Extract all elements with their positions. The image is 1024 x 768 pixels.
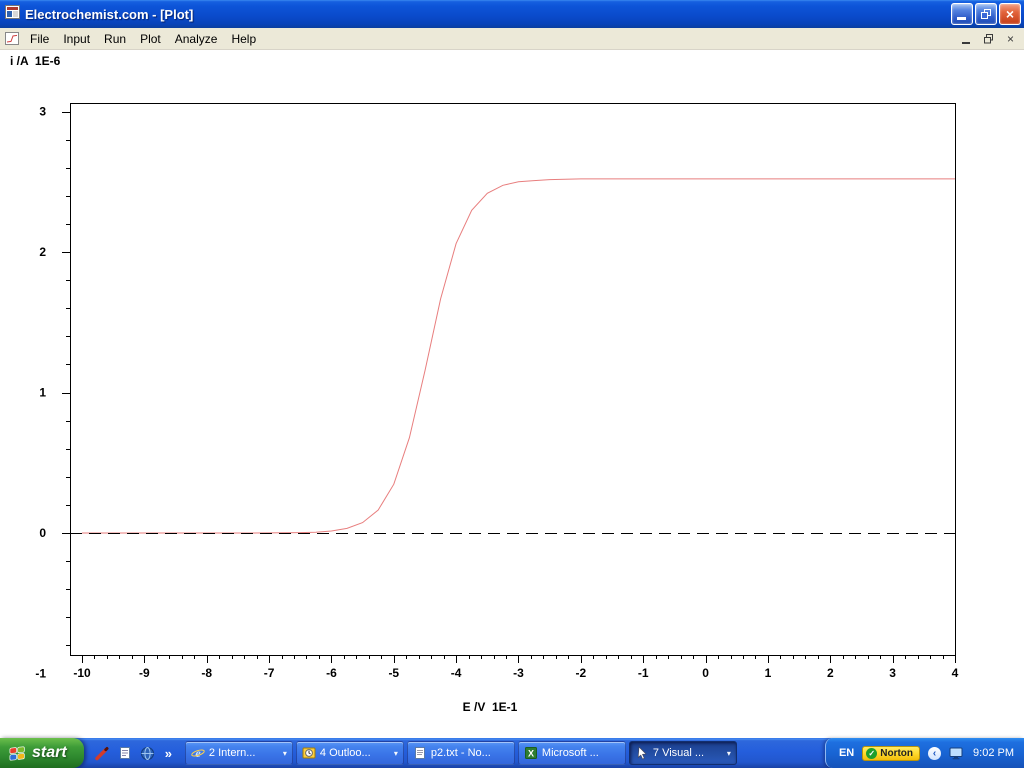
pencil-icon[interactable] [94,745,110,761]
child-window-controls: × [958,31,1019,46]
outlook-icon [302,746,316,760]
svg-text:-4: -4 [451,666,462,680]
task-label: 7 Visual ... [653,747,723,759]
language-indicator[interactable]: EN [839,747,854,759]
task-buttons: e 2 Intern... ▾ 4 Outloo... ▾ p2.txt - No... X… [182,738,823,768]
child-close-icon: × [1007,32,1014,46]
svg-text:-6: -6 [326,666,337,680]
task-label: 2 Intern... [209,747,279,759]
norton-label: Norton [880,748,913,759]
internet-explorer-icon: e [191,746,205,760]
svg-text:1: 1 [39,386,46,400]
restore-button[interactable] [975,3,997,25]
svg-text:-8: -8 [201,666,212,680]
hide-icons-chevron[interactable]: ‹ [928,747,941,760]
globe-icon[interactable] [140,745,156,761]
task-label: p2.txt - No... [431,747,509,759]
start-label: start [32,744,67,762]
clock: 9:02 PM [971,747,1014,759]
task-button-outlook[interactable]: 4 Outloo... ▾ [296,741,404,765]
svg-text:-1: -1 [35,667,46,681]
svg-text:2: 2 [39,245,46,259]
window-title: Electrochemist.com - [Plot] [25,7,946,22]
task-button-excel[interactable]: X Microsoft ... [518,741,626,765]
svg-text:X: X [528,749,534,759]
child-close-button[interactable]: × [1002,31,1019,46]
svg-text:-10: -10 [73,666,91,680]
group-chevron-icon[interactable]: ▾ [283,749,287,758]
close-button[interactable]: × [999,3,1021,25]
menu-items: FileInputRunPlotAnalyzeHelp [23,30,263,48]
svg-text:3: 3 [39,105,46,119]
system-tray: EN ✓ Norton ‹ 9:02 PM [825,738,1024,768]
child-minimize-button[interactable] [958,31,975,46]
x-axis-title: E /V 1E-1 [395,700,585,714]
menu-input[interactable]: Input [56,30,97,48]
group-chevron-icon[interactable]: ▾ [394,749,398,758]
menu-file[interactable]: File [23,30,56,48]
plot-window-icon[interactable] [5,32,19,45]
document-icon[interactable] [117,745,133,761]
svg-text:-1: -1 [638,666,649,680]
quick-launch: » [84,738,182,768]
svg-text:2: 2 [827,666,834,680]
svg-text:0: 0 [702,666,709,680]
y-axis-title: i /A 1E-6 [10,54,60,68]
child-restore-button[interactable] [980,31,997,46]
taskbar: start » e 2 Intern... ▾ 4 Outloo... ▾ p2.txt … [0,738,1024,768]
windows-logo-icon [8,744,27,763]
menu-run[interactable]: Run [97,30,133,48]
minimize-icon [957,17,966,20]
norton-check-icon: ✓ [866,748,877,759]
quick-launch-overflow-chevron[interactable]: » [163,746,174,761]
svg-text:3: 3 [889,666,896,680]
svg-text:-3: -3 [513,666,524,680]
restore-icon [981,9,992,20]
chart: -10-9-8-7-6-5-4-3-2-1012343210-1 [0,50,1024,710]
child-minimize-icon [962,42,970,44]
svg-text:-7: -7 [264,666,275,680]
task-label: Microsoft ... [542,747,620,759]
task-label: 4 Outloo... [320,747,390,759]
notepad-icon [413,746,427,760]
menu-bar: FileInputRunPlotAnalyzeHelp × [0,28,1024,50]
task-button-visual-studio[interactable]: 7 Visual ... ▾ [629,741,737,765]
window-controls: × [951,3,1021,25]
svg-text:e: e [195,746,201,760]
task-button-internet-explorer[interactable]: e 2 Intern... ▾ [185,741,293,765]
excel-icon: X [524,746,538,760]
title-bar: Electrochemist.com - [Plot] × [0,0,1024,28]
child-restore-icon [984,34,994,44]
start-button[interactable]: start [0,738,84,768]
close-icon: × [1006,7,1014,21]
tray-monitor-icon[interactable] [949,747,963,760]
svg-text:1: 1 [765,666,772,680]
svg-text:0: 0 [39,526,46,540]
minimize-button[interactable] [951,3,973,25]
menu-help[interactable]: Help [224,30,263,48]
svg-text:4: 4 [952,666,959,680]
svg-text:-2: -2 [576,666,587,680]
svg-text:-9: -9 [139,666,150,680]
menu-plot[interactable]: Plot [133,30,168,48]
norton-badge[interactable]: ✓ Norton [862,746,920,761]
svg-text:-5: -5 [388,666,399,680]
plot-area: -10-9-8-7-6-5-4-3-2-1012343210-1 i /A 1E… [0,50,1024,738]
visual-studio-icon [635,746,649,760]
group-chevron-icon[interactable]: ▾ [727,749,731,758]
app-icon[interactable] [5,5,20,24]
menu-analyze[interactable]: Analyze [168,30,225,48]
task-button-notepad[interactable]: p2.txt - No... [407,741,515,765]
